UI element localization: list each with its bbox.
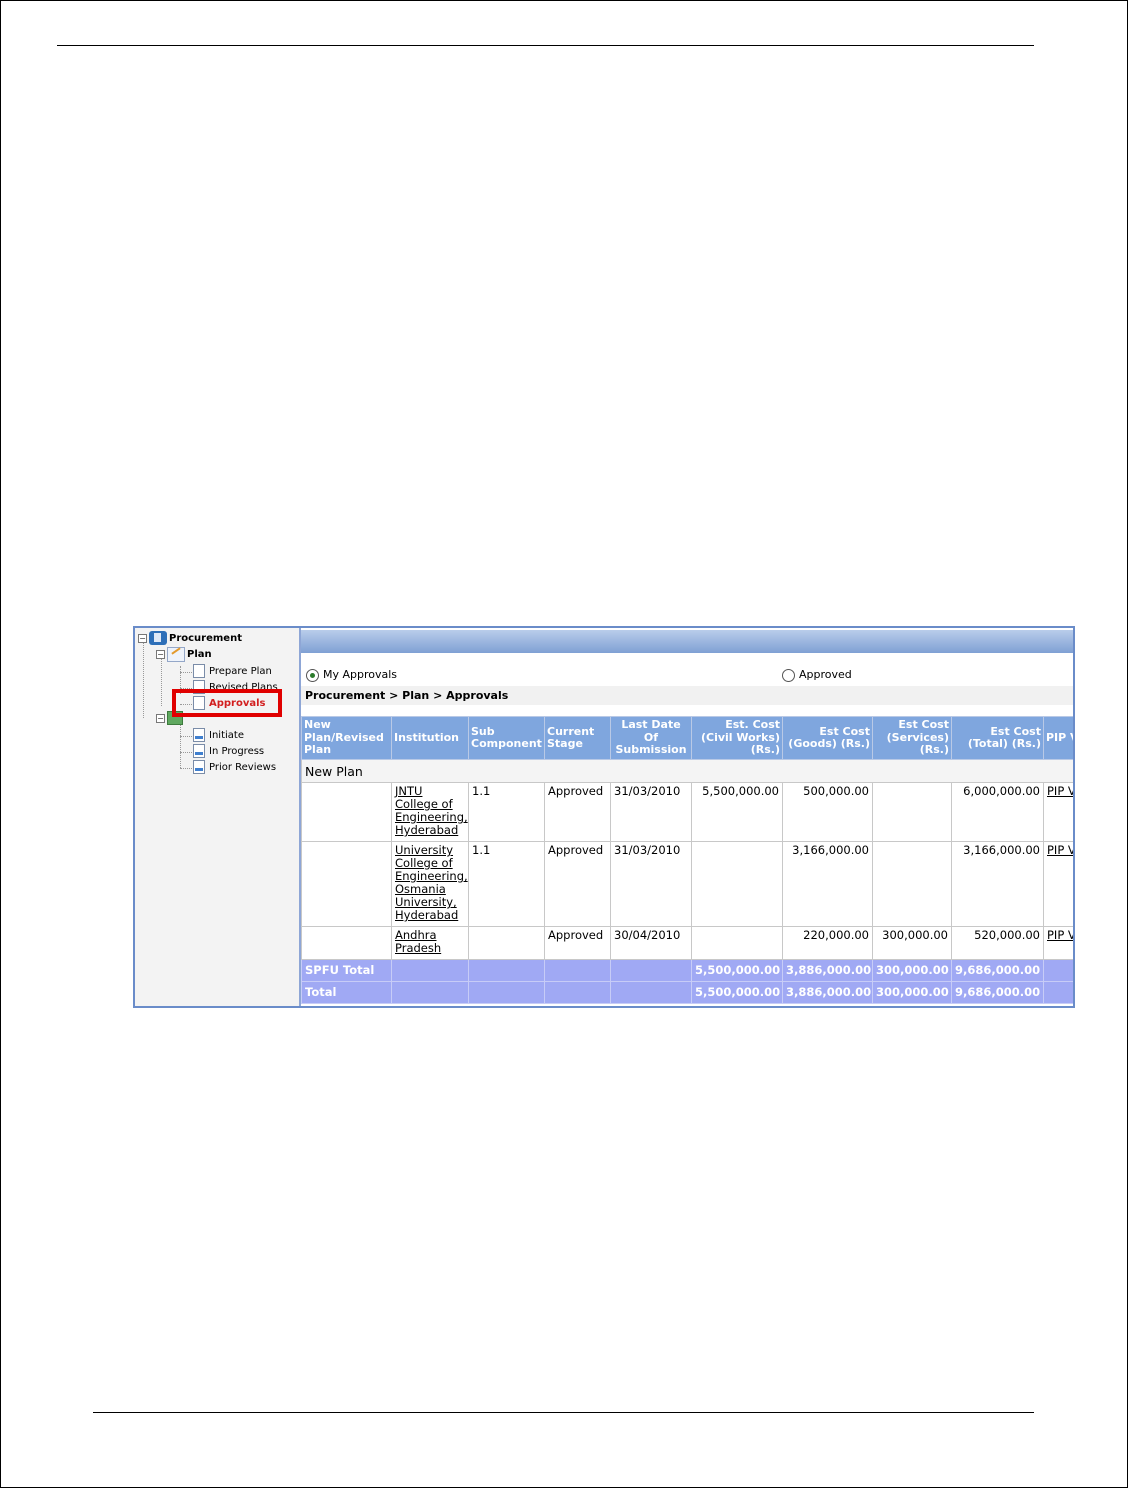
cost-total: 520,000.00 bbox=[951, 926, 1044, 960]
cost-services bbox=[872, 782, 952, 842]
approval-filter: My Approvals Approved bbox=[301, 668, 1073, 686]
screenshot-frame: − Procurement − Plan Prepare Plan Revise… bbox=[133, 626, 1075, 1008]
pip-link[interactable]: PIP V bbox=[1047, 843, 1073, 857]
table-row: University College of Engineering, Osman… bbox=[301, 841, 1073, 927]
group-label: New Plan bbox=[301, 759, 1073, 783]
radio-approved[interactable]: Approved bbox=[782, 668, 852, 682]
total-row-spfu: SPFU Total 5,500,000.00 3,886,000.00 300… bbox=[301, 959, 1073, 982]
cost-total: 6,000,000.00 bbox=[951, 782, 1044, 842]
table-row: JNTU College of Engineering, Hyderabad 1… bbox=[301, 782, 1073, 842]
navigation-tree: − Procurement − Plan Prepare Plan Revise… bbox=[135, 628, 301, 1006]
col-header[interactable]: Sub Component bbox=[468, 716, 545, 760]
current-stage: Approved bbox=[544, 841, 611, 927]
cost-goods: 220,000.00 bbox=[782, 926, 873, 960]
pip-link[interactable]: PIP V bbox=[1047, 784, 1073, 798]
total-goods: 3,886,000.00 bbox=[782, 959, 873, 982]
collapse-icon[interactable]: − bbox=[156, 713, 165, 723]
total-total: 9,686,000.00 bbox=[951, 981, 1044, 1004]
collapse-icon[interactable]: − bbox=[156, 650, 165, 659]
tree-node-procurement[interactable]: − Procurement bbox=[138, 631, 242, 645]
cost-goods: 500,000.00 bbox=[782, 782, 873, 842]
cost-total: 3,166,000.00 bbox=[951, 841, 1044, 927]
institution-link[interactable]: Andhra Pradesh bbox=[395, 928, 441, 955]
tree-item-in-progress[interactable]: In Progress bbox=[193, 744, 264, 758]
tree-label-procurement: Procurement bbox=[169, 632, 242, 644]
cost-civil: 5,500,000.00 bbox=[691, 782, 783, 842]
col-header[interactable]: Current Stage bbox=[544, 716, 611, 760]
last-date: 31/03/2010 bbox=[610, 782, 692, 842]
institution-link[interactable]: University College of Engineering, Osman… bbox=[395, 843, 468, 922]
procurement-icon bbox=[149, 631, 167, 645]
sub-component: 1.1 bbox=[468, 841, 545, 927]
col-header[interactable]: Est Cost (Total) (Rs.) bbox=[951, 716, 1044, 760]
plan-icon bbox=[167, 647, 185, 662]
main-panel: My Approvals Approved Procurement > Plan… bbox=[301, 628, 1073, 1006]
document-icon bbox=[193, 728, 205, 742]
sub-component bbox=[468, 926, 545, 960]
highlight-box bbox=[172, 689, 282, 717]
current-stage: Approved bbox=[544, 926, 611, 960]
document-icon bbox=[193, 664, 205, 678]
total-civil: 5,500,000.00 bbox=[691, 959, 783, 982]
pip-link[interactable]: PIP V bbox=[1047, 928, 1073, 942]
breadcrumb: Procurement > Plan > Approvals bbox=[301, 686, 1073, 705]
col-header[interactable]: Institution bbox=[391, 716, 469, 760]
col-header[interactable]: Est. Cost (Civil Works) (Rs.) bbox=[691, 716, 783, 760]
header-rule bbox=[57, 45, 1034, 46]
radio-checked-icon[interactable] bbox=[306, 668, 319, 682]
sub-component: 1.1 bbox=[468, 782, 545, 842]
approvals-table: New Plan/Revised Plan Institution Sub Co… bbox=[301, 716, 1073, 1004]
last-date: 30/04/2010 bbox=[610, 926, 692, 960]
total-services: 300,000.00 bbox=[872, 959, 952, 982]
tree-node-plan[interactable]: − Plan bbox=[156, 647, 212, 662]
total-goods: 3,886,000.00 bbox=[782, 981, 873, 1004]
total-total: 9,686,000.00 bbox=[951, 959, 1044, 982]
total-label: SPFU Total bbox=[301, 959, 392, 982]
tree-label-plan: Plan bbox=[187, 649, 212, 660]
cost-services: 300,000.00 bbox=[872, 926, 952, 960]
current-stage: Approved bbox=[544, 782, 611, 842]
cost-civil bbox=[691, 926, 783, 960]
cost-civil bbox=[691, 841, 783, 927]
col-header[interactable]: Last Date Of Submission bbox=[610, 716, 692, 760]
tree-item-prepare-plan[interactable]: Prepare Plan bbox=[193, 664, 272, 678]
institution-link[interactable]: JNTU College of Engineering, Hyderabad bbox=[395, 784, 468, 837]
table-header-row: New Plan/Revised Plan Institution Sub Co… bbox=[301, 716, 1073, 760]
footer-rule bbox=[93, 1412, 1034, 1413]
tree-label: In Progress bbox=[209, 745, 265, 757]
col-header[interactable]: Est Cost (Goods) (Rs.) bbox=[782, 716, 873, 760]
cost-services bbox=[872, 841, 952, 927]
document-icon bbox=[193, 760, 205, 774]
tree-label: Prepare Plan bbox=[209, 665, 272, 677]
collapse-icon[interactable]: − bbox=[138, 633, 147, 643]
total-civil: 5,500,000.00 bbox=[691, 981, 783, 1004]
group-row: New Plan bbox=[301, 759, 1073, 783]
table-row: Andhra Pradesh Approved 30/04/2010 220,0… bbox=[301, 926, 1073, 960]
cost-goods: 3,166,000.00 bbox=[782, 841, 873, 927]
tree-label: Prior Reviews bbox=[209, 761, 277, 773]
col-header[interactable]: PIP V bbox=[1043, 716, 1073, 760]
tree-label: Initiate bbox=[209, 729, 244, 741]
last-date: 31/03/2010 bbox=[610, 841, 692, 927]
col-header[interactable]: Est Cost (Services) (Rs.) bbox=[872, 716, 952, 760]
total-label: Total bbox=[301, 981, 392, 1004]
document-icon bbox=[193, 744, 205, 758]
tree-item-prior-reviews[interactable]: Prior Reviews bbox=[193, 760, 276, 774]
radio-label: My Approvals bbox=[323, 668, 398, 681]
radio-my-approvals[interactable]: My Approvals bbox=[306, 668, 397, 682]
total-services: 300,000.00 bbox=[872, 981, 952, 1004]
radio-unchecked-icon[interactable] bbox=[782, 668, 795, 682]
radio-label: Approved bbox=[799, 668, 852, 681]
col-header[interactable]: New Plan/Revised Plan bbox=[301, 716, 392, 760]
tree-item-initiate[interactable]: Initiate bbox=[193, 728, 244, 742]
panel-header-bar bbox=[301, 630, 1073, 653]
total-row-grand: Total 5,500,000.00 3,886,000.00 300,000.… bbox=[301, 981, 1073, 1004]
